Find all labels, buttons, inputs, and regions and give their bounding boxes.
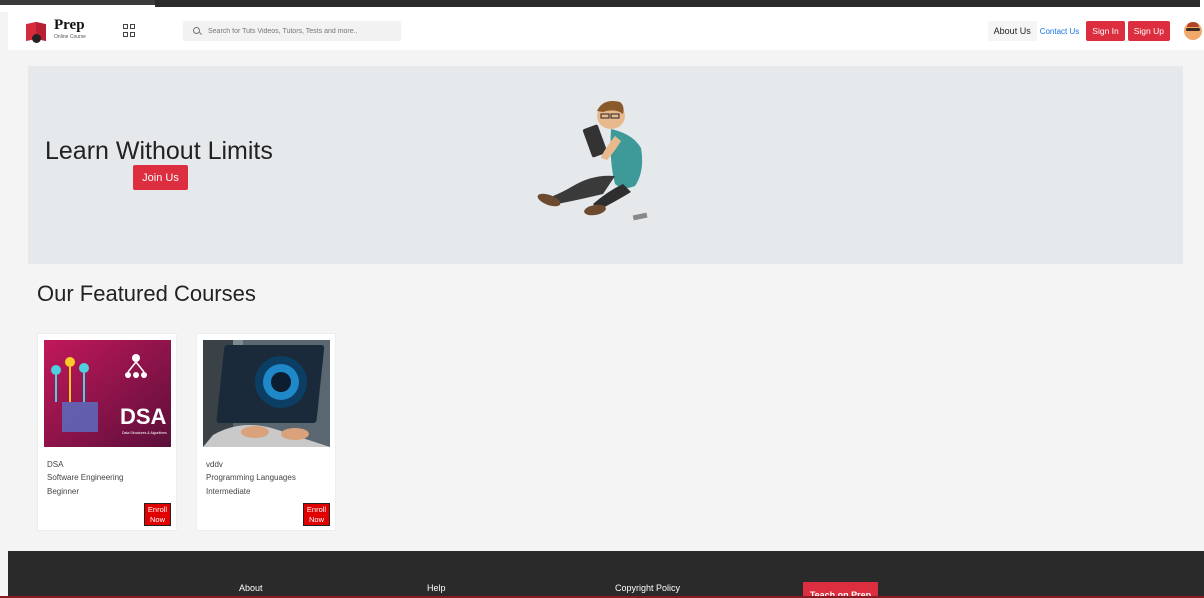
footer-help-link[interactable]: Help — [427, 583, 446, 593]
featured-courses-title: Our Featured Courses — [37, 281, 256, 306]
search-icon — [193, 26, 202, 36]
course-category: Programming Languages — [206, 473, 296, 482]
course-thumbnail[interactable] — [203, 340, 330, 447]
course-level: Beginner — [47, 487, 80, 496]
footer-about-link[interactable]: About — [239, 583, 263, 593]
course-name: vddv — [206, 460, 223, 469]
enroll-now-button[interactable]: Enroll Now — [303, 503, 330, 526]
hero-banner: Learn Without Limits Join Us — [28, 66, 1183, 264]
course-category: Software Engineering — [47, 473, 124, 482]
header-nav: About Us Contact Us Sign In Sign Up — [987, 20, 1202, 42]
course-card[interactable]: vddv Programming Languages Intermediate … — [196, 333, 336, 531]
logo-title: Prep — [54, 17, 85, 33]
sign-up-button[interactable]: Sign Up — [1127, 21, 1170, 41]
thumbnail-dsa-text: DSA — [120, 404, 167, 429]
browser-top-strip — [0, 0, 1204, 12]
thumbnail-dsa-subtitle: Data Structures & Algorithms — [122, 431, 167, 435]
site-footer: About Help Copyright Policy Teach on Pre… — [8, 551, 1204, 598]
course-card[interactable]: DSA Data Structures & Algorithms DSA Sof… — [37, 333, 177, 531]
logo-icon — [26, 20, 48, 43]
contact-us-link[interactable]: Contact Us — [1040, 27, 1080, 36]
logo-subtitle: Online Course — [54, 34, 86, 40]
reading-person-illustration — [537, 101, 648, 221]
course-name: DSA — [47, 460, 64, 469]
course-thumbnail[interactable]: DSA Data Structures & Algorithms — [44, 340, 171, 447]
site-header: Prep Online Course About Us Contact Us S… — [8, 12, 1204, 50]
top-strip-right — [155, 0, 1200, 7]
enroll-now-button[interactable]: Enroll Now — [144, 503, 171, 526]
search-bar[interactable] — [183, 21, 401, 41]
course-level: Intermediate — [206, 487, 251, 496]
footer-copyright-link[interactable]: Copyright Policy — [615, 583, 680, 593]
top-strip-left — [0, 0, 155, 5]
about-us-link[interactable]: About Us — [987, 21, 1037, 41]
apps-grid-icon[interactable] — [123, 24, 136, 37]
hero-title: Learn Without Limits — [45, 137, 273, 165]
logo[interactable]: Prep Online Course — [26, 18, 101, 46]
search-input[interactable] — [208, 27, 398, 35]
sign-in-button[interactable]: Sign In — [1086, 21, 1125, 41]
user-avatar[interactable] — [1184, 22, 1202, 40]
join-us-button[interactable]: Join Us — [133, 165, 188, 190]
